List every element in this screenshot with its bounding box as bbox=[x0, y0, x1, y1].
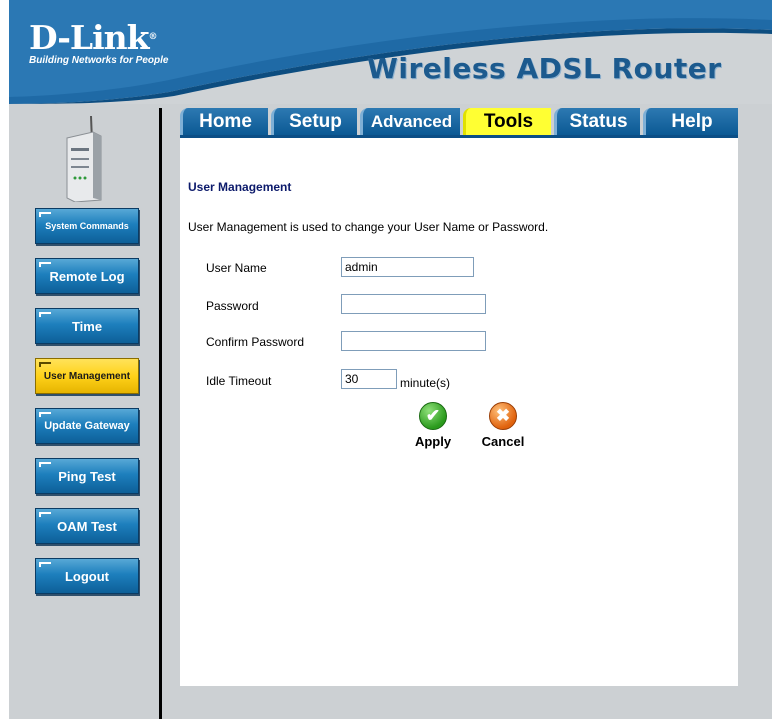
page-description: User Management is used to change your U… bbox=[188, 220, 549, 234]
sidebar-divider bbox=[159, 108, 162, 719]
sidebar-item-oam-test[interactable]: OAM Test bbox=[35, 508, 139, 544]
sidebar-item-system-commands[interactable]: System Commands bbox=[35, 208, 139, 244]
cancel-label: Cancel bbox=[481, 434, 525, 449]
product-title: Wireless ADSL Router bbox=[367, 52, 722, 85]
idle-timeout-input[interactable] bbox=[341, 369, 397, 389]
sidebar-item-ping-test[interactable]: Ping Test bbox=[35, 458, 139, 494]
tab-advanced[interactable]: Advanced bbox=[360, 108, 460, 135]
tab-help[interactable]: Help bbox=[643, 108, 738, 135]
brand-tagline: Building Networks for People bbox=[29, 55, 169, 66]
page: D-Link® Building Networks for People Wir… bbox=[9, 0, 772, 719]
sidebar-item-user-management[interactable]: User Management bbox=[35, 358, 139, 394]
dlink-logo: D-Link® Building Networks for People bbox=[29, 21, 168, 66]
tab-setup[interactable]: Setup bbox=[271, 108, 357, 135]
confirm-password-label: Confirm Password bbox=[206, 335, 305, 349]
brand-reg-mark: ® bbox=[148, 32, 158, 42]
main-content-panel: User Management User Management is used … bbox=[180, 138, 738, 686]
idle-timeout-unit: minute(s) bbox=[400, 376, 451, 390]
sidebar-item-update-gateway[interactable]: Update Gateway bbox=[35, 408, 139, 444]
checkmark-icon: ✔ bbox=[419, 402, 447, 430]
brand-logo-text: D-Link bbox=[29, 18, 150, 57]
apply-button[interactable]: ✔ Apply bbox=[408, 402, 458, 449]
sidebar: System Commands Remote Log Time User Man… bbox=[9, 104, 159, 719]
idle-timeout-label: Idle Timeout bbox=[206, 374, 272, 388]
sidebar-item-logout[interactable]: Logout bbox=[35, 558, 139, 594]
cancel-button[interactable]: ✖ Cancel bbox=[478, 402, 528, 449]
sidebar-item-time[interactable]: Time bbox=[35, 308, 139, 344]
password-label: Password bbox=[206, 299, 259, 313]
close-icon: ✖ bbox=[489, 402, 517, 430]
username-input[interactable] bbox=[341, 257, 474, 277]
password-input[interactable] bbox=[341, 294, 486, 314]
tab-status[interactable]: Status bbox=[554, 108, 640, 135]
confirm-password-input[interactable] bbox=[341, 331, 486, 351]
router-device-icon bbox=[66, 115, 102, 202]
sidebar-item-remote-log[interactable]: Remote Log bbox=[35, 258, 139, 294]
header-banner: D-Link® Building Networks for People Wir… bbox=[9, 0, 772, 104]
tab-tools[interactable]: Tools bbox=[463, 108, 551, 135]
username-label: User Name bbox=[206, 261, 267, 275]
apply-label: Apply bbox=[414, 434, 452, 449]
top-nav-tabs: Home Setup Advanced Tools Status Help bbox=[180, 108, 738, 138]
tab-home[interactable]: Home bbox=[180, 108, 268, 135]
page-title: User Management bbox=[188, 180, 292, 194]
